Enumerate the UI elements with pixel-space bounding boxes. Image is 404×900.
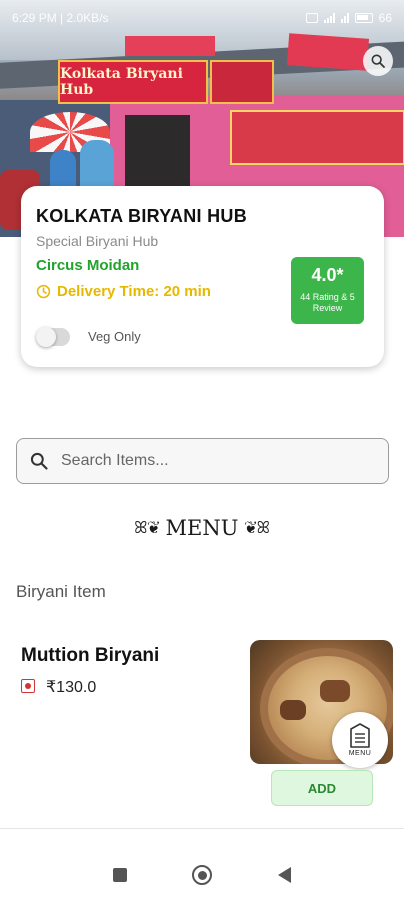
search-icon [30,452,48,470]
restaurant-tagline: Special Biryani Hub [36,233,159,249]
veg-only-toggle[interactable] [36,327,70,347]
item-price: ₹130.0 [46,679,97,696]
non-veg-icon [21,679,35,693]
menu-fab-button[interactable]: MENU [332,712,388,768]
rating-count: 44 Rating & 5 Review [300,292,355,313]
battery-level: 66 [378,11,392,25]
system-navigation-bar [0,850,404,900]
add-item-button[interactable]: ADD [271,770,373,806]
veg-only-label: Veg Only [88,329,141,344]
menu-book-icon [350,723,370,748]
hero-sign-secondary [210,60,274,104]
restaurant-info-card: KOLKATA BIRYANI HUB Special Biryani Hub … [21,186,384,367]
search-items-field[interactable] [16,438,389,484]
status-time: 6:29 PM [12,11,57,25]
rating-score: 4.0* [311,265,344,285]
status-network-speed: 2.0KB/s [66,11,109,25]
home-button-icon[interactable] [192,865,213,885]
signal-icon [323,13,335,23]
search-icon [371,54,385,68]
top-search-button[interactable] [363,46,393,76]
category-title: Biryani Item [16,582,106,601]
back-button-icon[interactable] [278,867,292,883]
restaurant-name: KOLKATA BIRYANI HUB [36,206,248,226]
item-name: Muttion Biryani [21,645,160,666]
menu-heading: ꕤ❦ MENU ❦ꕤ [0,516,404,540]
menu-title: MENU [165,516,239,540]
delivery-time-text: Delivery Time: 20 min [57,283,211,300]
menu-flourish-left: ꕤ❦ [134,518,160,537]
hero-small-sign-right [286,33,370,71]
status-bar: 6:29 PM | 2.0KB/s 66 [0,0,404,36]
recents-button-icon[interactable] [112,868,127,882]
hero-menu-board [230,110,404,165]
search-items-input[interactable] [61,452,361,470]
delivery-time: Delivery Time: 20 min [36,283,211,300]
status-right: 66 [305,11,392,25]
hero-small-sign [125,36,215,56]
toggle-knob [36,327,56,347]
restaurant-location: Circus Moidan [36,257,140,274]
mutton-piece [320,680,350,702]
mutton-piece [280,700,306,720]
status-left: 6:29 PM | 2.0KB/s [12,11,109,25]
hero-shop-sign: Kolkata Biryani Hub [58,60,208,104]
battery-icon [354,13,373,23]
menu-fab-label: MENU [348,750,372,757]
clock-icon [36,284,51,299]
divider [0,828,404,829]
notification-icon [305,13,318,23]
menu-flourish-right: ❦ꕤ [244,518,270,537]
wifi-icon [340,13,349,23]
rating-badge[interactable]: 4.0* 44 Rating & 5 Review [291,257,364,324]
